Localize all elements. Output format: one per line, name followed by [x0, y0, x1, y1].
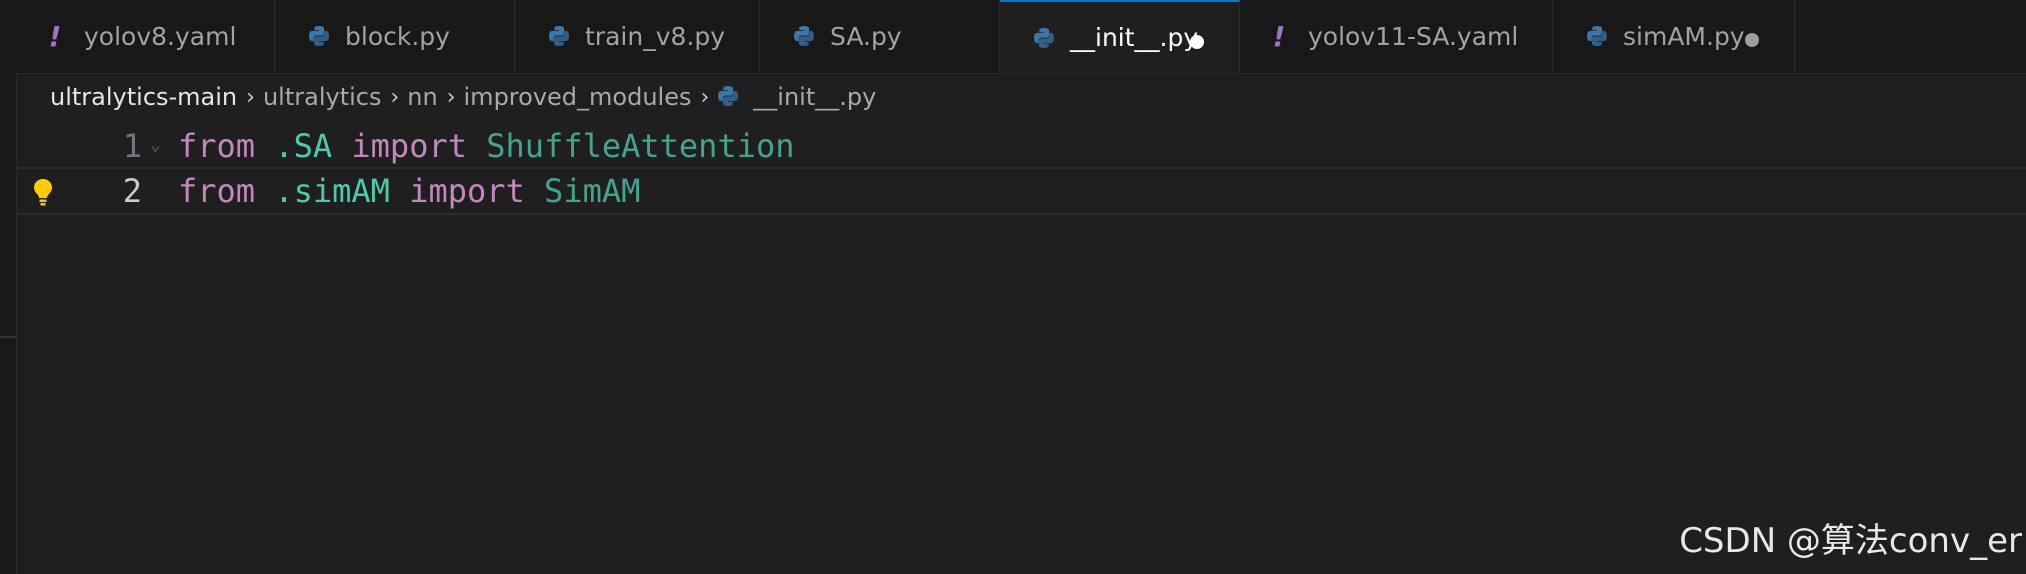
yaml-exclamation-icon: ! [48, 19, 62, 53]
keyword: from [178, 127, 256, 165]
chevron-right-icon: › [700, 84, 710, 110]
breadcrumb-item[interactable]: nn [407, 83, 437, 111]
panel-sash[interactable] [0, 336, 16, 338]
keyword: import [409, 172, 525, 210]
line-number: 1 [122, 127, 142, 165]
breadcrumb-item[interactable]: ultralytics [263, 83, 382, 111]
python-icon [547, 24, 571, 48]
lightbulb-icon[interactable] [32, 177, 54, 207]
keyword: import [351, 127, 467, 165]
python-icon [1585, 24, 1609, 48]
python-icon [307, 24, 331, 48]
python-icon [792, 24, 816, 48]
keyword: from [178, 172, 256, 210]
imported-name: SimAM [544, 172, 641, 210]
tab-label: block.py [345, 21, 450, 51]
tab-label: __init__.py [1070, 23, 1199, 52]
watermark: CSDN @算法conv_er [1679, 521, 2022, 561]
code-editor[interactable]: 1 ⌄ from .SA import ShuffleAttention 2 f… [16, 120, 2026, 574]
tab-label: yolov8.yaml [84, 21, 237, 51]
code-line-current[interactable]: 2 from .simAM import SimAM [16, 167, 2026, 215]
breadcrumb-item[interactable]: improved_modules [464, 83, 692, 111]
tab-label: train_v8.py [585, 21, 726, 51]
module-name: .simAM [274, 172, 390, 210]
chevron-right-icon: › [390, 84, 400, 110]
tab-label: yolov11-SA.yaml [1308, 21, 1519, 51]
chevron-right-icon: › [246, 84, 255, 110]
code-text: from .simAM import SimAM [178, 169, 640, 213]
imported-name: ShuffleAttention [486, 127, 795, 165]
python-icon [1032, 26, 1056, 50]
tab-sa-py[interactable]: SA.py [760, 0, 1000, 72]
tab-label: simAM.py [1623, 21, 1745, 51]
code-line[interactable]: 1 ⌄ from .SA import ShuffleAttention [16, 122, 2026, 170]
tab-yolov11-sa-yaml[interactable]: ! yolov11-SA.yaml [1240, 0, 1553, 72]
editor-tab-bar: ! yolov8.yaml block.py train_v8.py SA.py… [16, 0, 2026, 74]
tab-label: SA.py [830, 21, 902, 51]
module-name: .SA [274, 127, 333, 165]
fold-chevron-icon[interactable]: ⌄ [150, 134, 161, 155]
line-number: 2 [122, 172, 142, 210]
left-activity-strip [0, 0, 17, 574]
python-icon [717, 85, 741, 109]
chevron-right-icon: › [446, 84, 456, 110]
tab-block-py[interactable]: block.py [275, 0, 515, 72]
breadcrumb-item[interactable]: ultralytics-main [50, 83, 237, 111]
breadcrumb: ultralytics-main › ultralytics › nn › im… [50, 78, 876, 116]
tab-yolov8-yaml[interactable]: ! yolov8.yaml [16, 0, 275, 72]
code-text: from .SA import ShuffleAttention [178, 122, 795, 170]
unsaved-dot-icon[interactable] [1190, 35, 1204, 49]
unsaved-dot-icon[interactable] [1745, 33, 1759, 47]
yaml-exclamation-icon: ! [1272, 19, 1286, 53]
tab-train-v8-py[interactable]: train_v8.py [515, 0, 760, 72]
tab-simam-py[interactable]: simAM.py [1553, 0, 1795, 72]
breadcrumb-item[interactable]: __init__.py [753, 83, 876, 111]
tab-init-py[interactable]: __init__.py [1000, 0, 1240, 73]
